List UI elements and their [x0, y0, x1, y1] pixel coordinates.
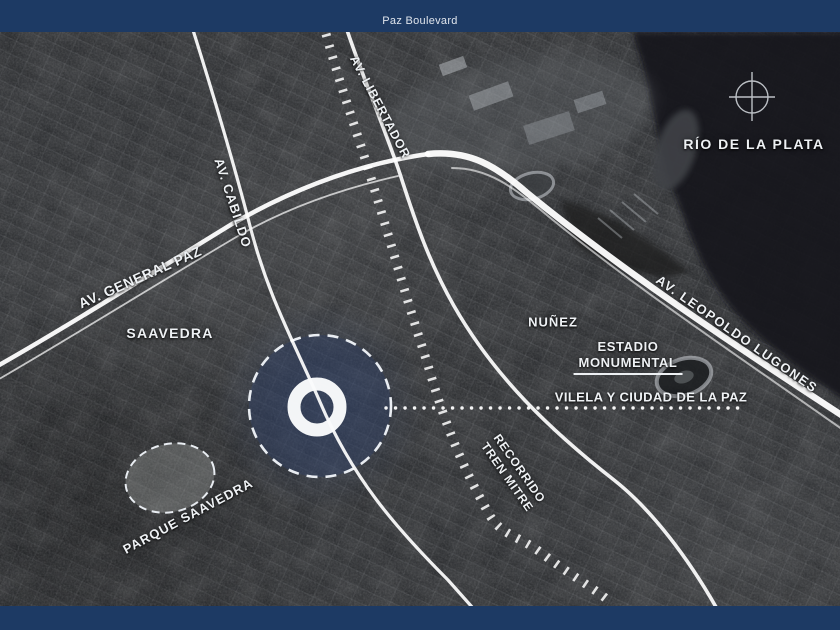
label-rio-de-la-plata: RÍO DE LA PLATA	[683, 136, 825, 152]
slide: AV. GENERAL PAZ SAAVEDRA AV. CABILDO AV.…	[0, 0, 840, 630]
slide-caption: Paz Boulevard	[382, 14, 458, 27]
slide-bottom-border	[0, 606, 840, 630]
label-nunez: NUÑEZ	[528, 314, 578, 330]
slide-top-border: Paz Boulevard	[0, 0, 840, 32]
label-estadio-monumental: ESTADIO MONUMENTAL	[573, 339, 683, 375]
label-saavedra: SAAVEDRA	[126, 325, 214, 341]
label-vilela-ciudad-de-la-paz: VILELA Y CIUDAD DE LA PAZ	[554, 389, 748, 405]
label-estadio-line2: MONUMENTAL	[573, 355, 683, 375]
label-estadio-line1: ESTADIO	[597, 339, 659, 354]
